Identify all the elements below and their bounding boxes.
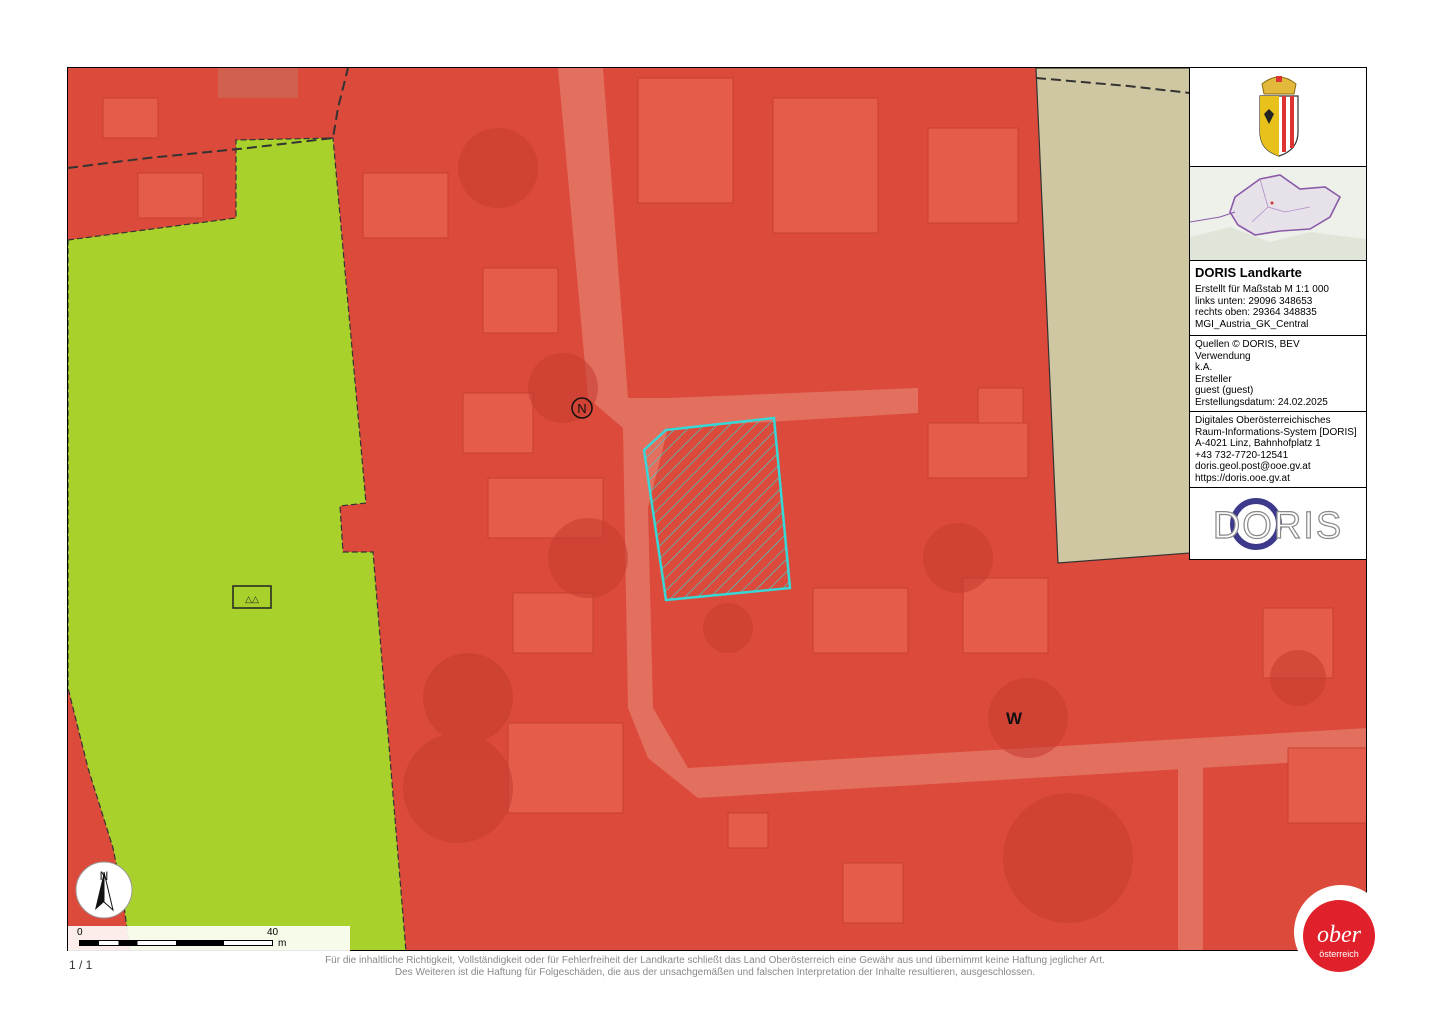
doris-logo-icon: DORIS [1212,498,1343,550]
north-arrow-label: N [100,869,109,883]
meta-line: Erstellungsdatum: 24.02.2025 [1195,396,1328,408]
contact-website-link[interactable]: https://doris.ooe.gv.at [1195,473,1361,485]
scale-bar: 0 40 m [68,926,350,951]
meta-line: guest (guest) [1195,385,1254,396]
map-view[interactable]: △△ N W N [67,67,1367,951]
info-line: Erstellt für Maßstab M 1:1 000 [1195,284,1329,295]
disclaimer: Für die inhaltliche Richtigkeit, Vollstä… [250,955,1180,978]
overview-map-section [1190,167,1366,261]
meta-line: Ersteller [1195,373,1232,385]
contact-line: Digitales Oberösterreichisches [1195,415,1331,426]
disclaimer-line-2: Des Weiteren ist die Haftung für Folgesc… [394,966,1036,978]
svg-text:△△: △△ [245,594,259,604]
coat-of-arms-section [1190,68,1366,167]
disclaimer-line-1: Für die inhaltliche Richtigkeit, Vollstä… [325,955,1105,966]
contact-email-link[interactable]: doris.geol.post@ooe.gv.at [1195,461,1361,473]
meta-section: Quellen © DORIS, BEV Verwendung k.A. Ers… [1190,336,1366,412]
parcel-hatched [642,416,792,602]
scale-unit: m [278,938,287,949]
beige-zone [1035,68,1191,564]
circle-n-label: N [577,401,586,416]
north-arrow-icon: N [75,861,133,919]
map-canvas: △△ N W N [68,68,1366,950]
brand-line-1: ober [1317,922,1362,948]
coat-of-arms-icon [1259,76,1299,157]
doris-logo-text: DORIS [1213,505,1343,547]
page-number: 1 / 1 [69,958,93,972]
overview-map-icon [1190,167,1366,260]
scale-start: 0 [77,927,83,938]
contact-line: +43 732-7720-12541 [1195,449,1289,461]
contact-section: Digitales Oberösterreichisches Raum-Info… [1190,412,1366,488]
info-line: rechts oben: 29364 348835 [1195,307,1317,318]
legend-panel: DORIS Landkarte Erstellt für Maßstab M 1… [1189,67,1367,560]
contact-line: Raum-Informations-System [DORIS] [1195,426,1357,438]
info-line: MGI_Austria_GK_Central [1195,318,1309,330]
info-line: links unten: 29096 348653 [1195,295,1313,307]
doris-logo-section: DORIS [1190,488,1366,559]
contact-line: A-4021 Linz, Bahnhofplatz 1 [1195,438,1321,449]
oberoesterreich-logo-icon: ober österreich [1294,885,1388,979]
meta-line: Quellen © DORIS, BEV [1195,339,1300,350]
meta-line: Verwendung [1195,350,1251,362]
scale-bar-graphic [79,940,273,946]
brand-line-2: österreich [1319,949,1359,959]
map-info-section: DORIS Landkarte Erstellt für Maßstab M 1… [1190,261,1366,336]
zone-label-w: W [1006,709,1023,728]
meta-line: k.A. [1195,362,1213,373]
panel-title: DORIS Landkarte [1195,265,1302,280]
scale-end: 40 [267,927,279,938]
